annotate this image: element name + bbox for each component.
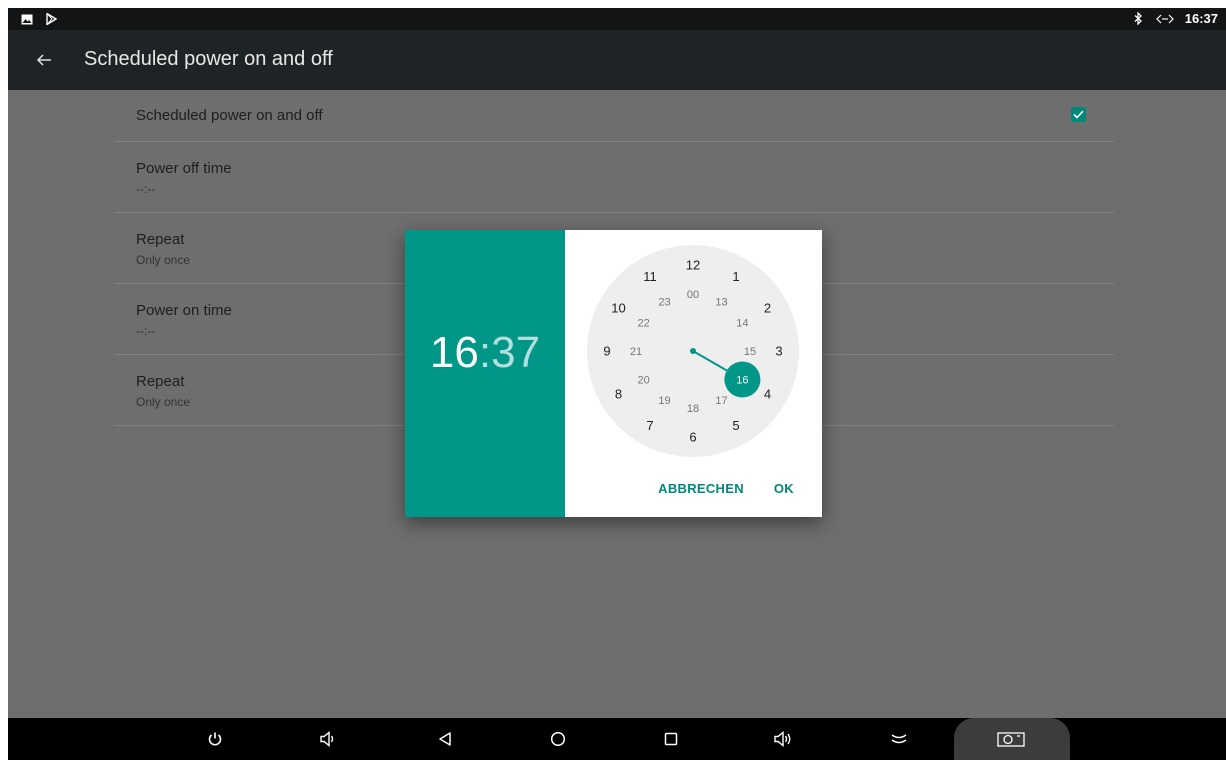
home-icon <box>550 731 566 747</box>
clock-number-21[interactable]: 21 <box>630 346 642 358</box>
setting-label: Repeat <box>136 231 185 248</box>
play-store-icon <box>44 12 58 26</box>
setting-value: Only once <box>136 253 191 267</box>
clock-number-3[interactable]: 3 <box>775 344 782 359</box>
ok-button[interactable]: OK <box>774 481 794 496</box>
cancel-button[interactable]: ABBRECHEN <box>658 481 744 496</box>
clock-number-17[interactable]: 17 <box>715 395 727 407</box>
setting-label: Scheduled power on and off <box>136 107 323 124</box>
dialog-actions: ABBRECHEN OK <box>658 481 794 496</box>
clock-number-9[interactable]: 9 <box>603 344 610 359</box>
bluetooth-icon <box>1131 12 1145 26</box>
recents-button[interactable] <box>656 726 686 752</box>
image-icon <box>20 12 34 26</box>
volume-down-icon <box>320 731 334 747</box>
app-bar: Scheduled power on and off <box>8 30 1226 90</box>
time-picker-dialog: 16:37 12 1 2 3 4 5 6 7 8 9 10 11 00 13 14 15 16 17 18 19 20 2… <box>405 230 822 517</box>
setting-label: Power on time <box>136 302 232 319</box>
setting-value: --:-- <box>136 324 156 338</box>
clock-number-15[interactable]: 15 <box>744 346 756 358</box>
volume-up-button[interactable] <box>768 726 798 752</box>
power-button[interactable] <box>200 726 230 752</box>
clock-number-6[interactable]: 6 <box>689 430 696 445</box>
home-button[interactable] <box>543 726 573 752</box>
back-icon <box>439 732 451 746</box>
collapse-icon <box>891 734 907 744</box>
android-screen: 16:37 Scheduled power on and off Schedul… <box>8 8 1226 760</box>
clock-number-5[interactable]: 5 <box>732 418 739 433</box>
clock-number-11[interactable]: 11 <box>643 269 657 284</box>
clock-number-23[interactable]: 23 <box>658 297 670 309</box>
recents-icon <box>664 732 678 746</box>
time-header: 16:37 <box>405 230 565 517</box>
clock-number-22[interactable]: 22 <box>637 317 649 329</box>
screenshot-button[interactable] <box>996 726 1026 752</box>
clock-number-14[interactable]: 14 <box>736 317 748 329</box>
clock-number-10[interactable]: 10 <box>611 301 625 316</box>
clock-face[interactable]: 121234567891011001314151617181920212223 <box>587 245 799 457</box>
clock-number-13[interactable]: 13 <box>715 297 727 309</box>
page-title: Scheduled power on and off <box>84 48 333 70</box>
clock-number-18[interactable]: 18 <box>687 403 699 415</box>
screenshot-icon <box>997 732 1025 747</box>
clock-number-4[interactable]: 4 <box>764 387 771 402</box>
setting-label: Repeat <box>136 373 185 390</box>
setting-label: Power off time <box>136 160 232 177</box>
power-icon <box>208 732 222 746</box>
clock-center-dot <box>690 348 696 354</box>
volume-up-icon <box>774 731 791 747</box>
nav-back-button[interactable] <box>430 726 460 752</box>
back-button[interactable] <box>28 44 60 76</box>
volume-down-button[interactable] <box>312 726 342 752</box>
ethernet-icon <box>1155 12 1175 26</box>
hour-display[interactable]: 16 <box>430 328 479 377</box>
clock-number-16[interactable]: 16 <box>736 374 748 386</box>
clock-number-12[interactable]: 12 <box>686 258 700 273</box>
status-bar: 16:37 <box>8 8 1226 30</box>
time-display: 16:37 <box>405 328 565 378</box>
check-icon <box>1073 110 1084 119</box>
collapse-button[interactable] <box>884 726 914 752</box>
minute-display[interactable]: 37 <box>491 328 540 377</box>
setting-value: Only once <box>136 395 191 409</box>
clock-number-19[interactable]: 19 <box>658 395 670 407</box>
time-separator: : <box>478 328 492 377</box>
clock-number-8[interactable]: 8 <box>615 387 622 402</box>
status-time: 16:37 <box>1184 11 1218 26</box>
setting-power-off-time[interactable]: Power off time --:-- <box>114 142 1114 213</box>
clock-number-00[interactable]: 00 <box>687 289 699 301</box>
clock-number-7[interactable]: 7 <box>646 418 653 433</box>
arrow-back-icon <box>36 54 51 66</box>
setting-value: --:-- <box>136 182 156 196</box>
setting-enable-schedule[interactable]: Scheduled power on and off <box>114 90 1114 142</box>
clock-number-2[interactable]: 2 <box>764 301 771 316</box>
clock-number-20[interactable]: 20 <box>637 374 649 386</box>
enable-checkbox[interactable] <box>1071 107 1086 122</box>
navigation-bar <box>8 718 1226 760</box>
clock-number-1[interactable]: 1 <box>732 269 739 284</box>
clock-panel: 12 1 2 3 4 5 6 7 8 9 10 11 00 13 14 15 16 17 18 19 20 21 22 23 … <box>565 230 822 517</box>
